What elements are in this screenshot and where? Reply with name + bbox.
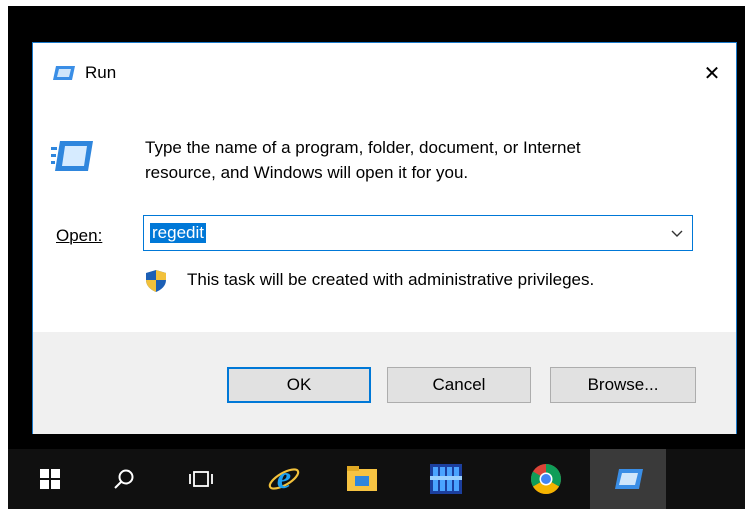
close-icon: ✕ [703,62,721,85]
open-combobox[interactable]: regedit [143,215,693,251]
browse-button[interactable]: Browse... [550,367,696,403]
windows-start-icon [40,469,60,489]
run-taskbar-button[interactable] [590,449,666,509]
file-explorer-icon [347,466,377,491]
ok-button[interactable]: OK [227,367,371,403]
server-manager-icon [430,464,462,494]
admin-privileges-notice: This task will be created with administr… [187,270,595,289]
run-program-icon [51,141,93,171]
dialog-title: Run [85,63,117,82]
svg-text:e: e [277,462,291,495]
run-icon [615,469,643,489]
task-view-icon [189,471,213,487]
file-explorer-button[interactable] [332,449,392,509]
search-icon [114,469,134,489]
run-icon [53,66,75,80]
server-manager-button[interactable] [416,449,476,509]
internet-explorer-button[interactable]: e [254,449,314,509]
task-view-button[interactable] [171,449,231,509]
desktop: Run ✕ Type the name of a program, folder… [8,6,745,509]
start-button[interactable] [20,449,80,509]
cancel-button[interactable]: Cancel [387,367,531,403]
taskbar: e [8,449,745,509]
search-button[interactable] [94,449,154,509]
title-bar: Run ✕ [33,43,736,103]
chrome-icon [530,463,561,495]
description-line-1: Type the name of a program, folder, docu… [145,138,581,157]
uac-shield-icon [146,270,166,292]
open-input[interactable]: regedit [150,223,206,243]
close-button[interactable]: ✕ [688,53,736,93]
chrome-button[interactable] [516,449,576,509]
description-line-2: resource, and Windows will open it for y… [145,163,469,182]
internet-explorer-icon: e [268,462,300,495]
run-description: Type the name of a program, folder, docu… [145,135,705,185]
run-dialog: Run ✕ Type the name of a program, folder… [32,42,737,434]
chevron-down-icon[interactable] [670,226,684,240]
button-bar: OK Cancel Browse... [33,332,736,434]
open-label: Open: [56,226,103,245]
